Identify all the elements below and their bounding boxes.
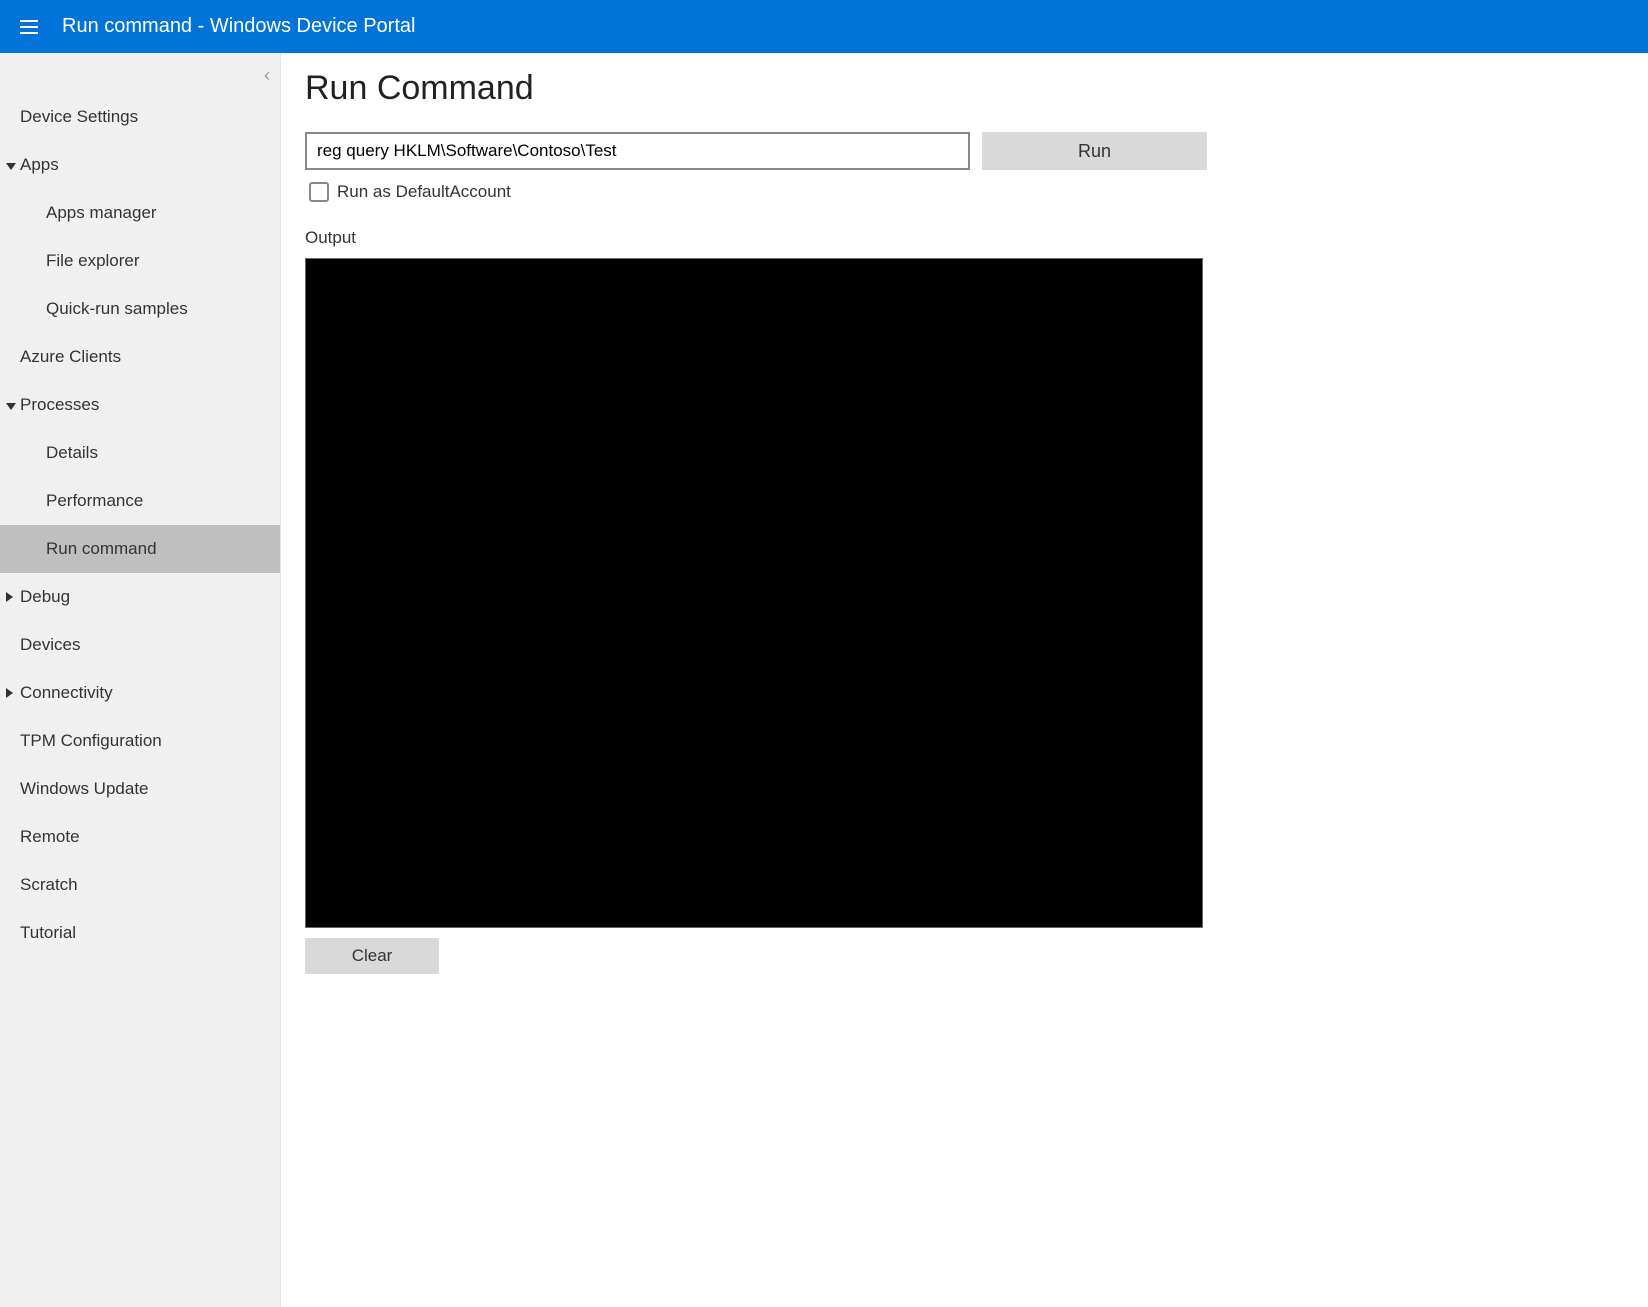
sidebar-item-run-command[interactable]: Run command (0, 525, 280, 573)
sidebar-item-windows-update[interactable]: Windows Update (0, 765, 280, 813)
command-input[interactable] (305, 132, 970, 170)
sidebar-item-label: Details (46, 443, 98, 463)
main-content: Run Command Run Run as DefaultAccount Ou… (281, 53, 1648, 1307)
sidebar-item-processes[interactable]: Processes (0, 381, 280, 429)
sidebar-item-apps-manager[interactable]: Apps manager (0, 189, 280, 237)
sidebar-item-label: Apps manager (46, 203, 157, 223)
sidebar-item-label: Scratch (20, 875, 78, 895)
caret-down-icon (6, 403, 16, 410)
sidebar-item-label: Windows Update (20, 779, 149, 799)
sidebar-item-tpm-configuration[interactable]: TPM Configuration (0, 717, 280, 765)
sidebar-collapse-icon[interactable]: ‹ (264, 65, 270, 86)
sidebar-item-label: Device Settings (20, 107, 138, 127)
caret-down-icon (6, 163, 16, 170)
body: ‹ Device Settings Apps Apps manager File ex… (0, 53, 1648, 1307)
nav-list: Device Settings Apps Apps manager File expl… (0, 93, 280, 957)
sidebar-item-debug[interactable]: Debug (0, 573, 280, 621)
sidebar-item-tutorial[interactable]: Tutorial (0, 909, 280, 957)
page-title: Run Command (305, 69, 1624, 108)
hamburger-icon[interactable] (20, 17, 40, 37)
sidebar-item-details[interactable]: Details (0, 429, 280, 477)
caret-right-icon (6, 688, 13, 698)
sidebar-item-label: Azure Clients (20, 347, 121, 367)
sidebar-item-quick-run-samples[interactable]: Quick-run samples (0, 285, 280, 333)
sidebar-item-label: Devices (20, 635, 80, 655)
sidebar-item-connectivity[interactable]: Connectivity (0, 669, 280, 717)
output-area[interactable] (305, 258, 1203, 928)
command-row: Run (305, 132, 1624, 170)
sidebar-item-scratch[interactable]: Scratch (0, 861, 280, 909)
caret-right-icon (6, 592, 13, 602)
sidebar-item-label: Processes (20, 395, 99, 415)
clear-button[interactable]: Clear (305, 938, 439, 974)
sidebar-item-performance[interactable]: Performance (0, 477, 280, 525)
sidebar-item-device-settings[interactable]: Device Settings (0, 93, 280, 141)
sidebar-item-remote[interactable]: Remote (0, 813, 280, 861)
run-as-default-row: Run as DefaultAccount (305, 182, 1624, 202)
sidebar-item-label: File explorer (46, 251, 140, 271)
run-button[interactable]: Run (982, 132, 1207, 170)
sidebar-item-label: Debug (20, 587, 70, 607)
sidebar-item-label: Connectivity (20, 683, 113, 703)
sidebar-item-devices[interactable]: Devices (0, 621, 280, 669)
sidebar-item-file-explorer[interactable]: File explorer (0, 237, 280, 285)
sidebar-item-apps[interactable]: Apps (0, 141, 280, 189)
sidebar-item-azure-clients[interactable]: Azure Clients (0, 333, 280, 381)
sidebar-item-label: TPM Configuration (20, 731, 162, 751)
sidebar: ‹ Device Settings Apps Apps manager File ex… (0, 53, 281, 1307)
run-as-default-label: Run as DefaultAccount (337, 182, 511, 202)
header-title: Run command - Windows Device Portal (62, 15, 415, 38)
sidebar-item-label: Apps (20, 155, 59, 175)
sidebar-item-label: Remote (20, 827, 80, 847)
run-as-default-checkbox[interactable] (309, 182, 329, 202)
sidebar-item-label: Quick-run samples (46, 299, 188, 319)
sidebar-item-label: Tutorial (20, 923, 76, 943)
sidebar-item-label: Run command (46, 539, 157, 559)
output-label: Output (305, 228, 1624, 248)
app-header: Run command - Windows Device Portal (0, 0, 1648, 53)
sidebar-item-label: Performance (46, 491, 143, 511)
